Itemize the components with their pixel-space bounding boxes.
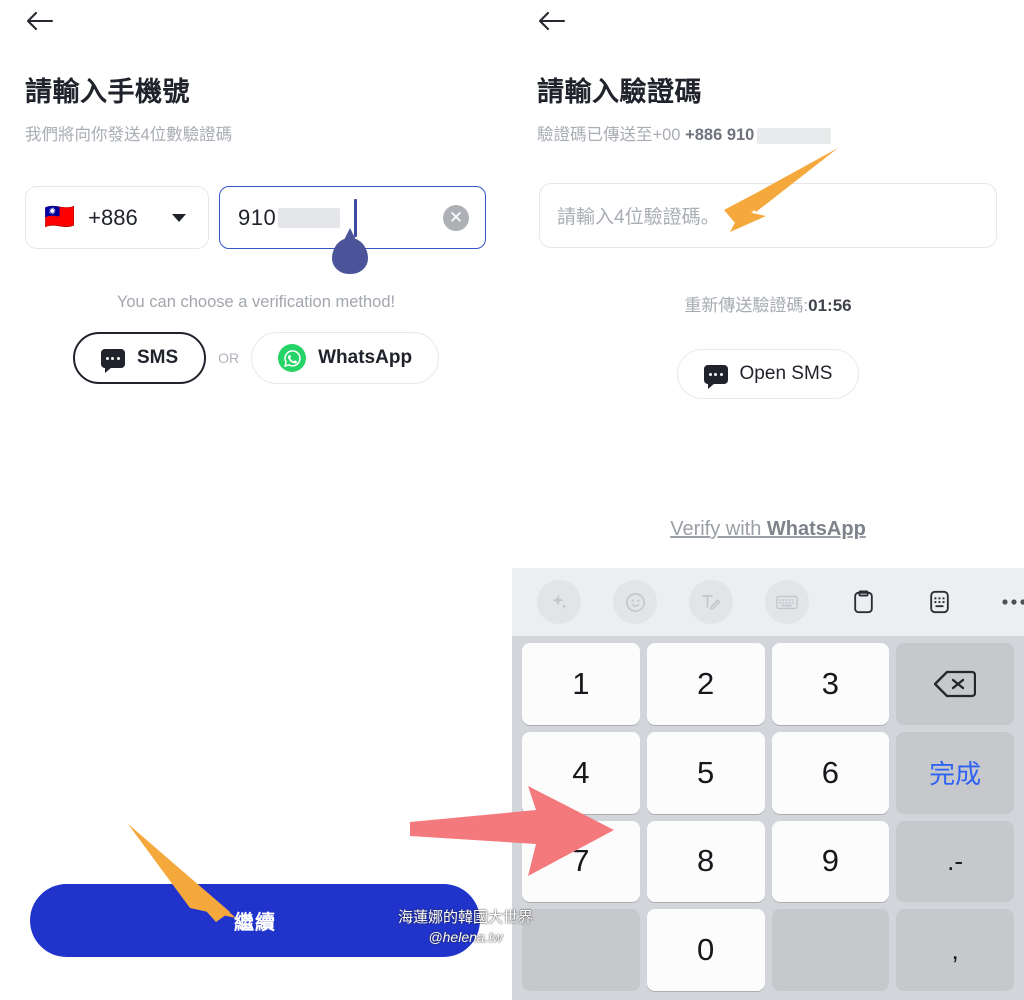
country-code-select[interactable]: 🇹🇼 +886	[25, 186, 209, 249]
whatsapp-method-button[interactable]: WhatsApp	[251, 332, 440, 384]
verify-with-whatsapp-row: Verify with WhatsApp	[512, 518, 1024, 541]
back-arrow-icon[interactable]	[534, 6, 568, 36]
keyboard-icon[interactable]	[765, 580, 809, 624]
or-separator-label: OR	[218, 350, 240, 366]
back-arrow-icon[interactable]	[22, 6, 56, 36]
redacted-digits-mask	[757, 127, 832, 144]
resend-countdown: 01:56	[808, 296, 852, 315]
page-title: 請輸入手機號	[25, 77, 190, 107]
sms-method-label: SMS	[136, 347, 179, 368]
more-options-icon[interactable]	[992, 580, 1024, 624]
text-edit-pen-icon[interactable]	[689, 580, 733, 624]
key-7[interactable]: 7	[522, 820, 640, 903]
verify-with-whatsapp-link[interactable]: Verify with WhatsApp	[670, 518, 866, 540]
key-blank-left	[522, 909, 640, 991]
backspace-icon	[934, 670, 977, 698]
key-6[interactable]: 6	[771, 731, 890, 814]
whatsapp-icon	[278, 344, 307, 372]
ai-sparkle-icon[interactable]	[537, 580, 581, 624]
taiwan-flag-icon: 🇹🇼	[44, 203, 76, 231]
key-comma[interactable]: ,	[896, 909, 1014, 991]
phone-number-screen: 請輸入手機號 我們將向你發送4位數驗證碼 🇹🇼 +886 910 ✕ You c…	[0, 0, 512, 1000]
key-3[interactable]: 3	[771, 643, 890, 725]
subtitle-prefix: 驗證碼已傳送至+00	[537, 126, 686, 144]
open-sms-row: Open SMS	[512, 349, 1024, 399]
numeric-keypad-icon[interactable]	[917, 580, 961, 624]
screenshot-root: 請輸入手機號 我們將向你發送4位數驗證碼 🇹🇼 +886 910 ✕ You c…	[0, 0, 1024, 1000]
verify-wa-prefix: Verify with	[670, 518, 767, 540]
numeric-keyboard: 1 2 3 4 5 6 完成 7 8 9 .- 0,	[512, 568, 1024, 1000]
key-blank-right	[771, 909, 890, 991]
clear-glyph: ✕	[448, 208, 464, 227]
key-4[interactable]: 4	[522, 731, 640, 814]
key-8[interactable]: 8	[646, 820, 765, 903]
resend-timer: 重新傳送驗證碼:01:56	[512, 291, 1024, 316]
key-1[interactable]: 1	[522, 643, 640, 725]
whatsapp-method-label: WhatsApp	[318, 347, 413, 368]
verification-code-placeholder: 請輸入4位驗證碼。	[557, 207, 720, 228]
verification-code-input[interactable]: 請輸入4位驗證碼。	[539, 183, 997, 248]
continue-button[interactable]: 繼續	[30, 884, 480, 957]
phone-number-value: 910	[238, 204, 277, 230]
key-backspace[interactable]	[896, 643, 1014, 725]
page-subtitle: 我們將向你發送4位數驗證碼	[25, 126, 233, 144]
keypad-grid: 1 2 3 4 5 6 完成 7 8 9 .- 0,	[512, 636, 1024, 1000]
sms-method-button[interactable]: SMS	[72, 332, 207, 384]
page-title: 請輸入驗證碼	[537, 77, 702, 107]
sms-bubble-icon	[100, 348, 125, 373]
verification-method-note: You can choose a verification method!	[116, 293, 396, 311]
text-selection-handle[interactable]	[332, 228, 368, 274]
key-5[interactable]: 5	[646, 731, 765, 814]
subtitle-phone-number: +886 910	[685, 126, 755, 144]
key-0[interactable]: 0	[646, 909, 765, 991]
country-code-label: +886	[88, 204, 138, 230]
verify-wa-brand: WhatsApp	[766, 518, 866, 540]
clipboard-icon[interactable]	[841, 580, 885, 624]
verification-method-row: SMS OR WhatsApp	[0, 332, 512, 384]
redacted-digits-mask	[278, 207, 341, 228]
key-9[interactable]: 9	[771, 820, 890, 903]
open-sms-button[interactable]: Open SMS	[676, 349, 860, 399]
keyboard-toolbar	[512, 568, 1024, 636]
sms-bubble-icon	[703, 364, 728, 389]
emoji-smiley-icon[interactable]	[613, 580, 657, 624]
key-2[interactable]: 2	[646, 643, 765, 725]
continue-button-label: 繼續	[234, 912, 276, 934]
chevron-down-icon	[172, 213, 186, 222]
open-sms-label: Open SMS	[739, 363, 833, 384]
page-subtitle: 驗證碼已傳送至+00 +886 910	[537, 121, 832, 145]
clear-input-icon[interactable]: ✕	[443, 204, 469, 231]
resend-label: 重新傳送驗證碼:	[684, 296, 809, 315]
key-done[interactable]: 完成	[896, 731, 1014, 814]
key-dot-dash[interactable]: .-	[896, 820, 1014, 903]
